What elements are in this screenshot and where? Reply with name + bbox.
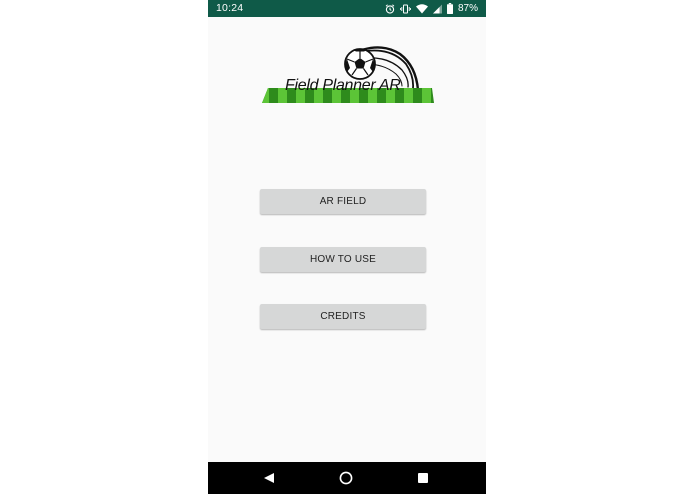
logo-title: Field Planner AR — [285, 77, 401, 94]
status-bar: 10:24 87% — [208, 0, 486, 17]
status-icons: 87% — [385, 2, 478, 15]
vibrate-icon — [399, 4, 411, 14]
battery-percentage: 87% — [457, 3, 478, 14]
ar-field-button[interactable]: AR FIELD — [260, 189, 426, 214]
navigation-bar — [208, 462, 486, 494]
recents-icon — [418, 473, 428, 483]
signal-icon — [432, 4, 442, 14]
logo-graphic — [262, 46, 434, 103]
recents-button[interactable] — [415, 470, 431, 486]
app-logo: Field Planner AR — [260, 42, 436, 106]
wifi-icon — [415, 3, 428, 14]
battery-icon — [446, 3, 453, 14]
back-icon — [264, 473, 274, 483]
back-button[interactable] — [261, 470, 277, 486]
alarm-icon — [385, 3, 395, 14]
soccer-ball-icon — [344, 48, 376, 80]
app-screen: 10:24 87% Field Planner AR AR FIELD HOW … — [208, 0, 486, 494]
status-time: 10:24 — [216, 2, 244, 14]
home-button[interactable] — [338, 470, 354, 486]
how-to-use-button[interactable]: HOW TO USE — [260, 247, 426, 272]
home-icon — [339, 471, 353, 485]
credits-button[interactable]: CREDITS — [260, 304, 426, 329]
